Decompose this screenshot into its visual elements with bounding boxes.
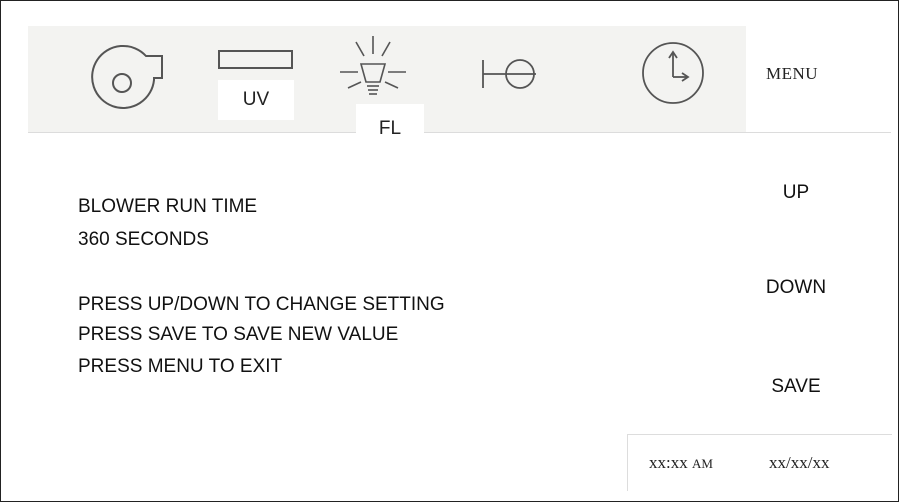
fl-label-text: FL [378, 118, 402, 139]
date-display: xx/xx/xx [769, 453, 830, 472]
instruction-line: PRESS SAVE TO SAVE NEW VALUE [78, 324, 399, 345]
clock-timer-icon[interactable] [640, 40, 706, 106]
ampm-value: AM [691, 456, 713, 471]
menu-button[interactable]: MENU [766, 64, 818, 84]
sash-valve-icon[interactable] [480, 56, 540, 92]
blower-fan-icon[interactable] [86, 38, 166, 124]
down-button[interactable]: DOWN [736, 277, 856, 299]
clock-status-box: xx:xx AM xx/xx/xx [627, 434, 892, 491]
uv-lamp-icon[interactable] [218, 50, 294, 72]
time-display: xx:xx AM [649, 453, 713, 473]
uv-label: UV [218, 80, 294, 120]
setting-value: 360 SECONDS [78, 229, 209, 250]
up-button[interactable]: UP [736, 182, 856, 204]
toolbar-divider [28, 132, 891, 133]
uv-label-text: UV [242, 89, 270, 110]
instruction-line: PRESS MENU TO EXIT [78, 356, 283, 377]
fluorescent-light-icon[interactable] [334, 32, 412, 104]
save-button[interactable]: SAVE [736, 376, 856, 398]
setting-title: BLOWER RUN TIME [78, 196, 258, 217]
fl-label: FL [356, 104, 424, 150]
instruction-line: PRESS UP/DOWN TO CHANGE SETTING [78, 294, 445, 315]
time-value: xx:xx [649, 453, 688, 472]
